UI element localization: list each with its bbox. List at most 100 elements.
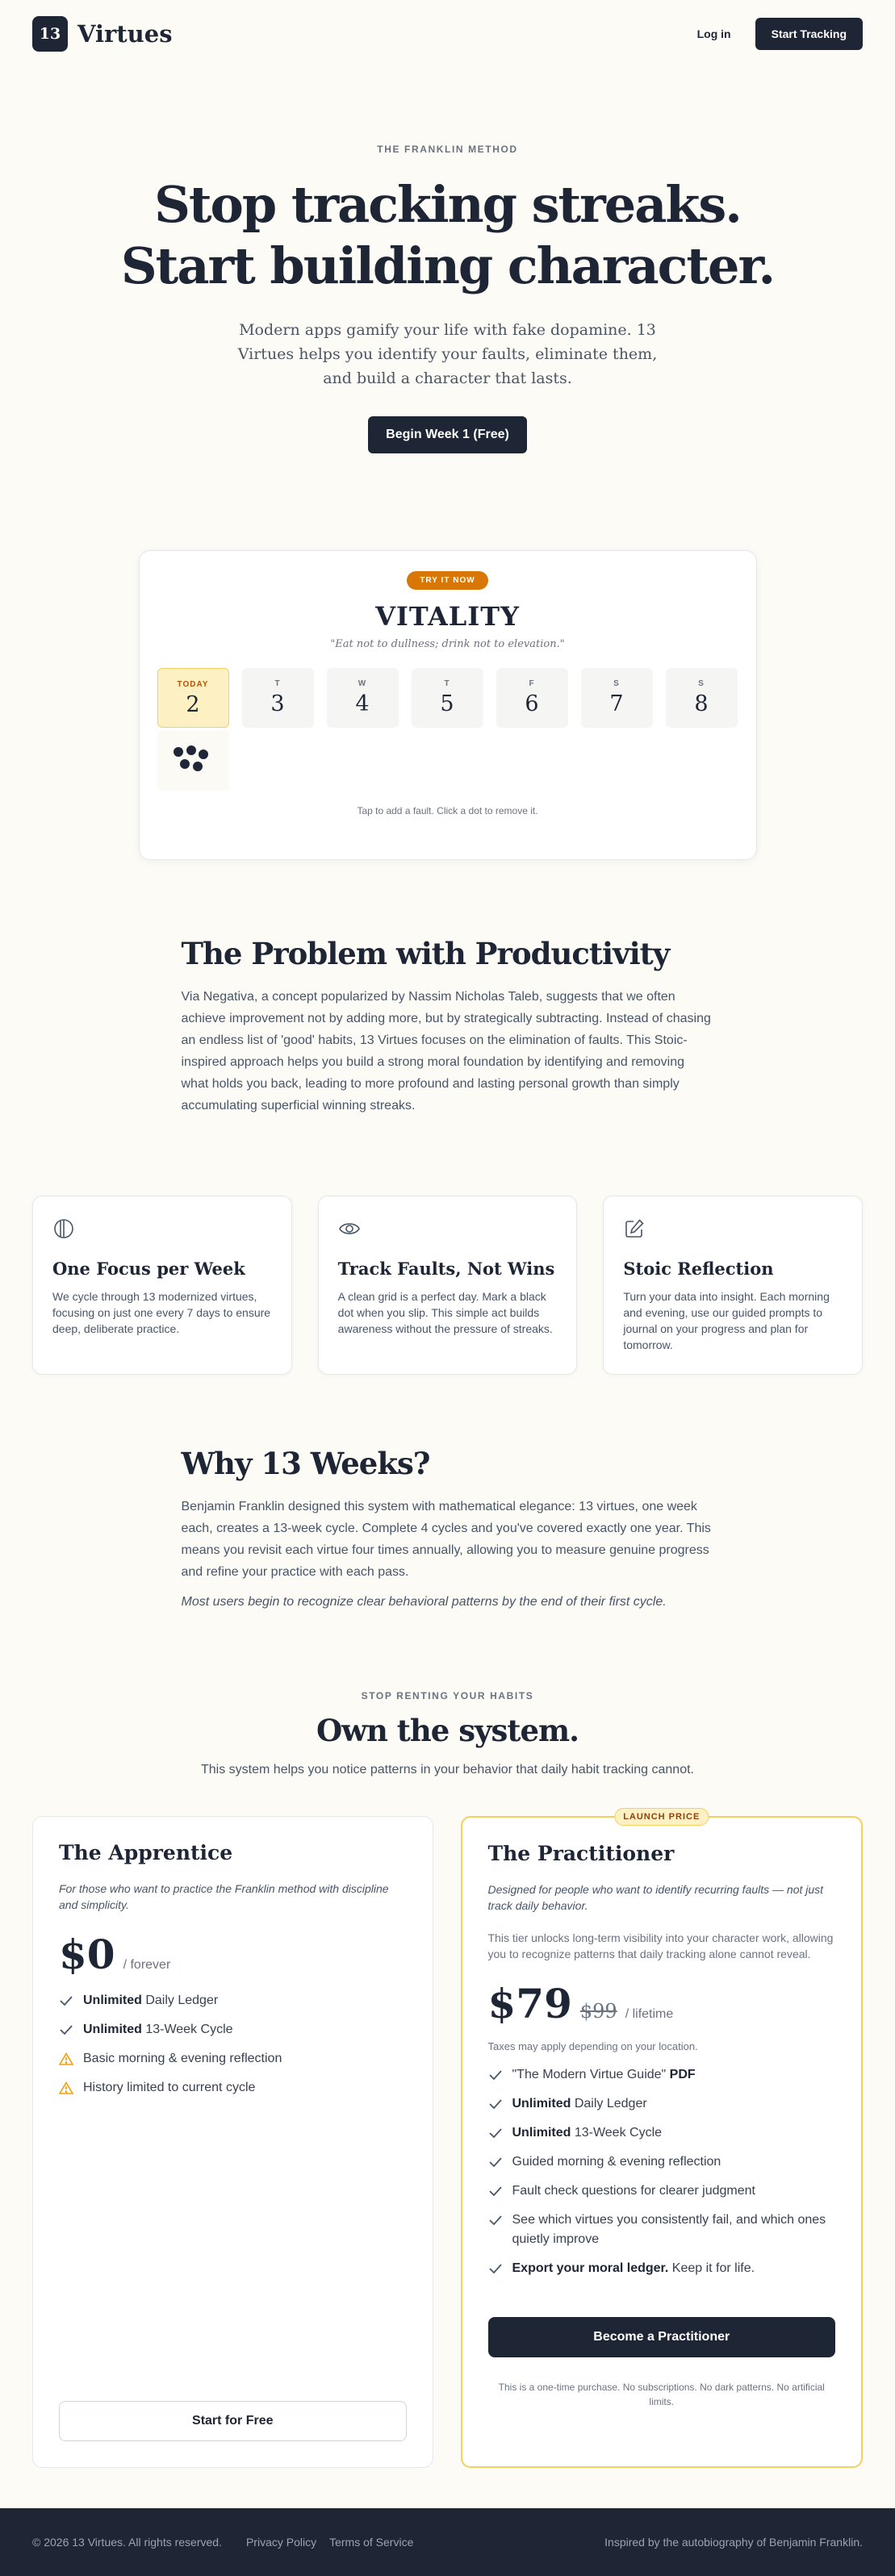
feature-title: Stoic Reflection <box>623 1259 774 1279</box>
plan-feature: Unlimited 13-Week Cycle <box>59 2020 407 2040</box>
footer-left: © 2026 13 Virtues. All rights reserved. … <box>32 2536 413 2549</box>
check-icon <box>488 2215 502 2226</box>
check-icon <box>60 2025 73 2035</box>
virtue-quote: "Eat not to dullness; drink not to eleva… <box>330 638 565 650</box>
virtue-title: VITALITY <box>375 601 520 632</box>
day-label: W <box>358 679 367 688</box>
footer-links: Privacy Policy Terms of Service <box>246 2536 413 2549</box>
plan-description: Designed for people who want to identify… <box>487 1883 824 1912</box>
feature-text: Guided morning & evening reflection <box>512 2155 721 2169</box>
pricing-subtitle: This system helps you notice patterns in… <box>201 1763 694 1776</box>
brand-logo[interactable]: 13 Virtues <box>32 16 173 52</box>
fault-dot[interactable] <box>179 759 190 769</box>
feature-text: 13-Week Cycle <box>571 2126 663 2140</box>
day-number: 2 <box>186 692 200 717</box>
feature-bold: Unlimited <box>512 2097 571 2110</box>
plan-feature: Unlimited 13-Week Cycle <box>488 2123 836 2143</box>
plan-feature-list: Unlimited Daily Ledger Unlimited 13-Week… <box>59 1991 407 2107</box>
plan-price: $0 <box>59 1931 115 1978</box>
why-body: Benjamin Franklin designed this system w… <box>181 1500 711 1579</box>
day-label: S <box>613 679 620 688</box>
plan-feature: Guided morning & evening reflection <box>488 2152 836 2172</box>
become-practitioner-button[interactable]: Become a Practitioner <box>487 2317 835 2357</box>
day-number: 3 <box>270 691 285 716</box>
feature-card: Stoic Reflection Turn your data into ins… <box>603 1196 864 1375</box>
launch-price-badge: LAUNCH PRICE <box>614 1808 709 1826</box>
plan-feature: Unlimited Daily Ledger <box>59 1991 407 2010</box>
check-icon <box>488 2186 502 2197</box>
hero-title-line1: Stop tracking streaks. <box>154 175 742 234</box>
fault-dot[interactable] <box>198 749 208 759</box>
day-cell[interactable]: F 6 <box>496 668 568 728</box>
plan-name: The Practitioner <box>487 1842 675 1865</box>
day-cell[interactable]: S 7 <box>580 668 653 728</box>
old-price: $99 <box>579 2000 617 2023</box>
day-label: F <box>529 679 535 688</box>
problem-section: The Problem with Productivity Via Negati… <box>182 860 714 1117</box>
start-tracking-button[interactable]: Start Tracking <box>755 18 863 50</box>
begin-week-button[interactable]: Begin Week 1 (Free) <box>368 416 527 453</box>
features-section: One Focus per Week We cycle through 13 m… <box>0 1196 895 1375</box>
brand-name: Virtues <box>77 20 173 48</box>
day-cell[interactable]: T 5 <box>411 668 483 728</box>
tax-note: Taxes may apply depending on your locati… <box>487 2040 698 2052</box>
feature-bold: Unlimited <box>83 2023 142 2036</box>
edit-icon <box>625 1219 644 1238</box>
logo-badge: 13 <box>32 16 68 52</box>
day-number: 5 <box>440 691 454 716</box>
pricing-plans: The Apprentice For those who want to pra… <box>0 1808 895 2468</box>
price-term: / forever <box>123 1958 171 1972</box>
pricing-header: STOP RENTING YOUR HABITS Own the system.… <box>0 1613 895 1777</box>
feature-text: See which virtues you consistently fail,… <box>512 2213 826 2246</box>
day-cell[interactable]: T 3 <box>241 668 314 728</box>
day-number: 4 <box>355 691 370 716</box>
day-label: TODAY <box>177 680 209 689</box>
fault-dot[interactable] <box>173 747 183 757</box>
login-link[interactable]: Log in <box>697 27 731 40</box>
fault-dots-cell[interactable] <box>157 731 229 791</box>
feature-card: Track Faults, Not Wins A clean grid is a… <box>317 1196 578 1375</box>
site-footer: © 2026 13 Virtues. All rights reserved. … <box>0 2508 895 2576</box>
terms-link[interactable]: Terms of Service <box>329 2536 413 2549</box>
pricing-eyebrow: STOP RENTING YOUR HABITS <box>361 1690 534 1701</box>
feature-bold: Export your moral ledger. <box>512 2261 669 2275</box>
feature-text: Keep it for life. <box>668 2261 755 2275</box>
day-number: 7 <box>609 691 624 716</box>
plan-card-apprentice: The Apprentice For those who want to pra… <box>32 1816 433 2468</box>
day-cell[interactable]: S 8 <box>665 668 738 728</box>
plan-price: $79 <box>487 1980 572 2027</box>
feature-bold: Unlimited <box>83 1994 142 2007</box>
try-it-badge: TRY IT NOW <box>407 571 488 590</box>
half-circle-icon <box>54 1219 73 1238</box>
plan-description: For those who want to practice the Frank… <box>59 1882 389 1911</box>
copyright: © 2026 13 Virtues. All rights reserved. <box>32 2536 222 2549</box>
feature-text: Turn your data into insight. Each mornin… <box>623 1290 830 1351</box>
warning-icon <box>59 2052 73 2065</box>
plan-feature: Unlimited Daily Ledger <box>488 2094 836 2114</box>
plan-feature: "The Modern Virtue Guide" PDF <box>488 2065 836 2085</box>
check-icon <box>488 2264 502 2274</box>
check-icon <box>488 2070 502 2081</box>
site-header: 13 Virtues Log in Start Tracking <box>0 0 895 68</box>
plan-feature: History limited to current cycle <box>59 2078 407 2098</box>
feature-text: Daily Ledger <box>141 1994 219 2007</box>
privacy-link[interactable]: Privacy Policy <box>246 2536 316 2549</box>
fault-dot[interactable] <box>186 745 196 755</box>
hero-title-line2: Start building character. <box>120 236 776 295</box>
day-cell[interactable]: W 4 <box>326 668 399 728</box>
feature-bold: Unlimited <box>512 2126 571 2140</box>
day-cell-today[interactable]: TODAY 2 <box>157 668 229 728</box>
top-nav: Log in Start Tracking <box>697 18 863 50</box>
feature-bold: PDF <box>669 2068 696 2081</box>
start-free-button[interactable]: Start for Free <box>59 2401 407 2441</box>
fault-dot[interactable] <box>192 762 203 771</box>
feature-text: We cycle through 13 modernized virtues, … <box>52 1290 271 1335</box>
hero-title: Stop tracking streaks. Start building ch… <box>0 174 895 297</box>
feature-card: One Focus per Week We cycle through 13 m… <box>32 1196 292 1375</box>
plan-feature: Basic morning & evening reflection <box>59 2049 407 2069</box>
plan-feature: Export your moral ledger. Keep it for li… <box>488 2259 836 2278</box>
day-label: T <box>274 679 281 688</box>
feature-text: Daily Ledger <box>571 2097 647 2110</box>
hero-eyebrow: THE FRANKLIN METHOD <box>377 144 518 155</box>
feature-text: Basic morning & evening reflection <box>83 2052 282 2065</box>
